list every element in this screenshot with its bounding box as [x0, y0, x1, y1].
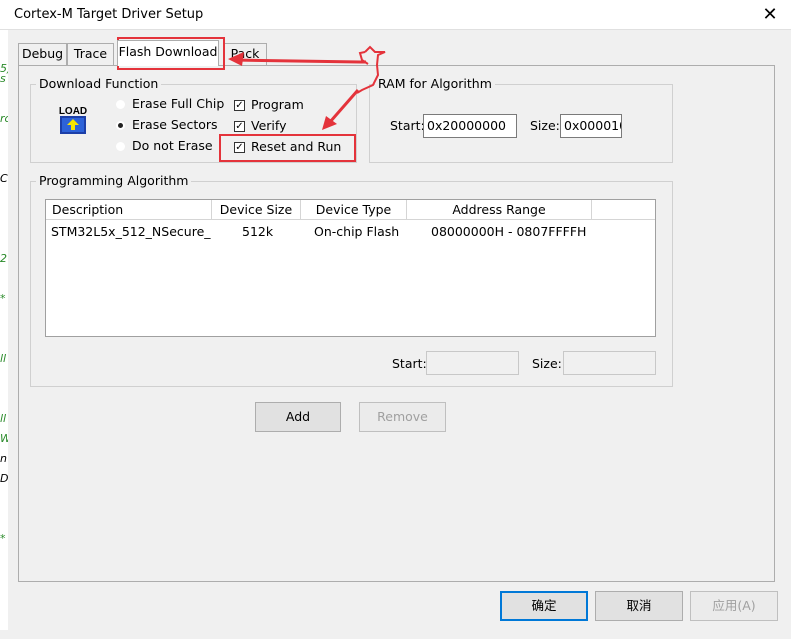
do-not-erase-radio[interactable]	[116, 142, 125, 151]
background-editor-strip: 5) s ro C 2 * ll ll W n DI *	[0, 30, 8, 630]
tab-debug[interactable]: Debug	[18, 43, 67, 65]
column-device-size[interactable]: Device Size	[212, 200, 301, 220]
column-device-type[interactable]: Device Type	[301, 200, 407, 220]
bg-code-text: s	[0, 72, 6, 85]
remove-button[interactable]: Remove	[359, 402, 446, 432]
cancel-button[interactable]: 取消	[595, 591, 683, 621]
algo-start-label: Start:	[392, 356, 427, 371]
bg-code-text: C	[0, 172, 8, 185]
ram-start-label: Start:	[390, 118, 425, 133]
tab-pack[interactable]: Pack	[223, 43, 267, 65]
bg-code-text: ll	[0, 352, 7, 365]
column-address-range[interactable]: Address Range	[407, 200, 592, 220]
verify-label[interactable]: Verify	[251, 118, 286, 133]
erase-full-chip-label[interactable]: Erase Full Chip	[132, 96, 224, 111]
bg-code-text: 2	[0, 252, 7, 265]
ram-group-title: RAM for Algorithm	[375, 76, 495, 91]
algorithm-list[interactable]: Description Device Size Device Type Addr…	[45, 199, 656, 337]
cell-description: STM32L5x_512_NSecure_F...	[51, 224, 211, 239]
tab-trace[interactable]: Trace	[67, 43, 114, 65]
bg-code-text: n	[0, 452, 7, 465]
do-not-erase-label[interactable]: Do not Erase	[132, 138, 213, 153]
program-checkbox[interactable]: ✓	[234, 100, 245, 111]
apply-button[interactable]: 应用(A)	[690, 591, 778, 621]
table-row[interactable]: STM32L5x_512_NSecure_F... 512k On-chip F…	[46, 221, 655, 241]
bg-code-text: ro	[0, 112, 8, 125]
ram-size-input[interactable]: 0x000010	[560, 114, 622, 138]
cell-address-range: 08000000H - 0807FFFFH	[431, 224, 587, 239]
ram-start-input[interactable]: 0x20000000	[423, 114, 517, 138]
bg-code-text: *	[0, 532, 6, 545]
algo-size-label: Size:	[532, 356, 562, 371]
tab-flash-download[interactable]: Flash Download	[117, 40, 219, 66]
cell-device-size: 512k	[242, 224, 274, 239]
window-title: Cortex-M Target Driver Setup	[14, 7, 204, 22]
algo-start-input[interactable]	[426, 351, 519, 375]
ram-size-label: Size:	[530, 118, 560, 133]
download-function-title: Download Function	[36, 76, 162, 91]
cell-device-type: On-chip Flash	[314, 224, 400, 239]
ok-button[interactable]: 确定	[500, 591, 588, 621]
close-icon[interactable]: ✕	[752, 0, 788, 30]
column-description[interactable]: Description	[46, 200, 212, 220]
bg-code-text: ll	[0, 412, 7, 425]
annotation-highlight-reset	[219, 134, 356, 162]
column-filler	[592, 200, 655, 220]
load-icon-label: LOAD	[59, 106, 87, 117]
bg-code-text: *	[0, 292, 6, 305]
load-icon: LOAD	[56, 103, 90, 137]
verify-checkbox[interactable]: ✓	[234, 121, 245, 132]
erase-sectors-label[interactable]: Erase Sectors	[132, 117, 218, 132]
program-label[interactable]: Program	[251, 97, 304, 112]
bg-code-text: W	[0, 432, 8, 445]
erase-sectors-radio[interactable]	[116, 121, 125, 130]
algo-size-input[interactable]	[563, 351, 656, 375]
bg-code-text: DI	[0, 472, 8, 485]
add-button[interactable]: Add	[255, 402, 341, 432]
erase-full-chip-radio[interactable]	[116, 100, 125, 109]
programming-algorithm-title: Programming Algorithm	[36, 173, 192, 188]
